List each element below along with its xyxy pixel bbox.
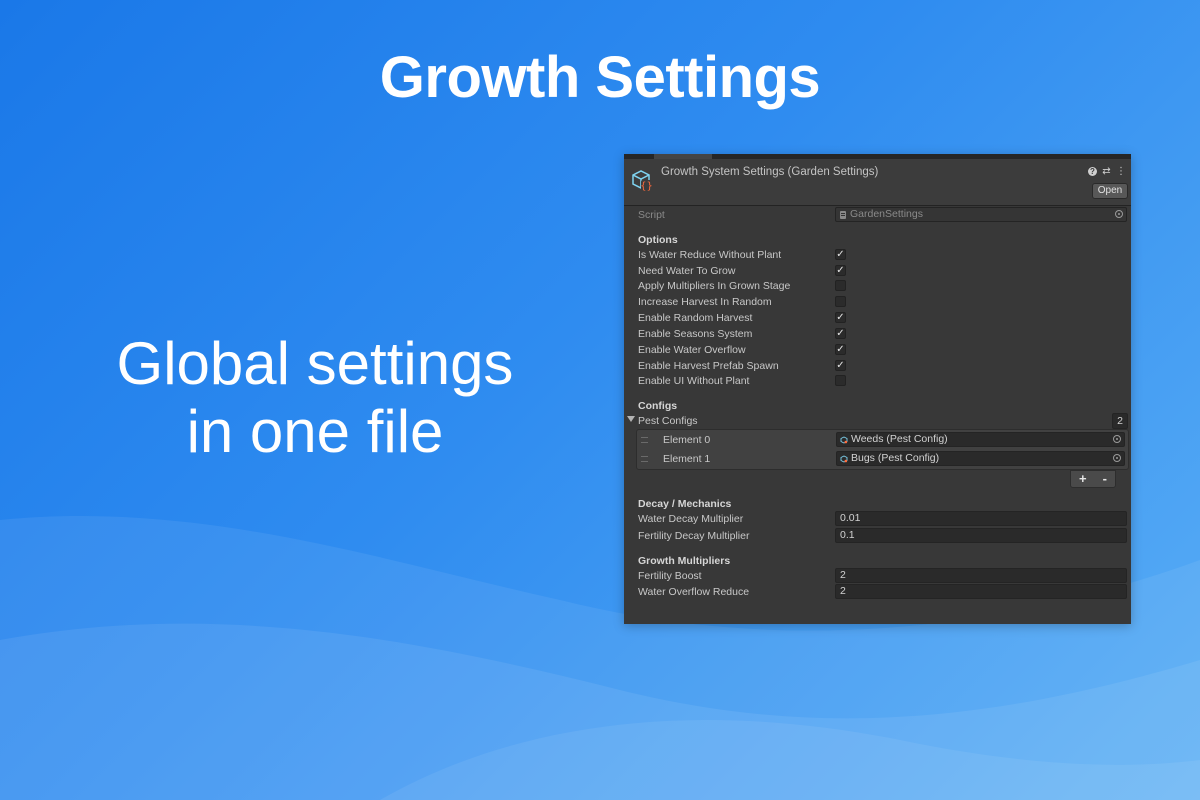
option-label: Increase Harvest In Random <box>638 296 772 308</box>
option-checkbox[interactable]: ✓ <box>835 328 846 339</box>
option-label: Enable Harvest Prefab Spawn <box>638 360 779 372</box>
growth-label: Water Overflow Reduce <box>638 586 750 598</box>
drag-handle-icon[interactable] <box>641 456 648 462</box>
option-row: Enable Harvest Prefab Spawn ✓ <box>624 358 1131 374</box>
option-checkbox[interactable] <box>835 280 846 291</box>
drag-handle-icon[interactable] <box>641 437 648 443</box>
options-header: Options <box>638 234 678 246</box>
pest-configs-foldout[interactable]: Pest Configs 2 <box>624 413 1131 429</box>
tagline-line-1: Global settings <box>116 330 514 397</box>
header-icons: ? ⇄ ⋮ <box>1088 166 1126 177</box>
pest-configs-count[interactable]: 2 <box>1112 413 1128 429</box>
pest-config-field[interactable]: Bugs (Pest Config) <box>836 451 1125 466</box>
inspector-window: {} Growth System Settings (Garden Settin… <box>624 154 1131 624</box>
pest-config-field[interactable]: Weeds (Pest Config) <box>836 432 1125 447</box>
pest-config-value: Bugs (Pest Config) <box>851 452 940 464</box>
option-checkbox[interactable]: ✓ <box>835 344 846 355</box>
option-label: Enable Seasons System <box>638 328 753 340</box>
svg-text:{}: {} <box>640 181 653 192</box>
list-item: Element 0 Weeds (Pest Config) <box>637 431 1128 449</box>
growth-row: Water Overflow Reduce 2 <box>624 584 1131 600</box>
pest-configs-list: Element 0 Weeds (Pest Config) Element 1 … <box>636 429 1129 470</box>
help-icon[interactable]: ? <box>1088 167 1097 176</box>
growth-label: Fertility Boost <box>638 570 702 582</box>
remove-element-button[interactable]: - <box>1103 472 1107 486</box>
open-button[interactable]: Open <box>1092 183 1128 199</box>
option-label: Enable UI Without Plant <box>638 375 750 387</box>
tagline-line-2: in one file <box>186 398 444 465</box>
growth-row: Fertility Boost 2 <box>624 568 1131 584</box>
option-row: Increase Harvest In Random <box>624 294 1131 310</box>
option-label: Need Water To Grow <box>638 265 736 277</box>
fertility-boost-input[interactable]: 2 <box>835 568 1127 583</box>
pest-configs-label: Pest Configs <box>638 415 698 427</box>
pest-config-value: Weeds (Pest Config) <box>851 433 948 445</box>
object-picker-icon[interactable] <box>1113 454 1121 462</box>
add-element-button[interactable]: + <box>1079 472 1087 486</box>
option-row: Need Water To Grow ✓ <box>624 263 1131 279</box>
decay-header: Decay / Mechanics <box>638 498 732 510</box>
inspector-header: {} Growth System Settings (Garden Settin… <box>624 159 1131 206</box>
presets-icon[interactable]: ⇄ <box>1102 166 1111 177</box>
scriptable-object-icon: {} <box>632 170 653 192</box>
object-picker-icon <box>1115 210 1123 218</box>
option-label: Enable Random Harvest <box>638 312 753 324</box>
tagline: Global settings in one file <box>60 330 570 466</box>
option-label: Is Water Reduce Without Plant <box>638 249 782 261</box>
option-checkbox[interactable] <box>835 375 846 386</box>
configs-header: Configs <box>638 400 678 412</box>
script-value: GardenSettings <box>850 208 923 220</box>
kebab-menu-icon[interactable]: ⋮ <box>1116 166 1126 177</box>
decay-row: Fertility Decay Multiplier 0.1 <box>624 528 1131 544</box>
list-add-remove: + - <box>1070 470 1116 488</box>
option-checkbox[interactable] <box>835 296 846 307</box>
decay-label: Fertility Decay Multiplier <box>638 530 750 542</box>
option-checkbox[interactable]: ✓ <box>835 312 846 323</box>
script-field: GardenSettings <box>835 207 1127 222</box>
element-label: Element 0 <box>663 434 711 446</box>
scriptable-object-mini-icon <box>840 436 848 444</box>
script-label: Script <box>638 209 665 221</box>
option-checkbox[interactable]: ✓ <box>835 249 846 260</box>
option-label: Enable Water Overflow <box>638 344 746 356</box>
water-overflow-input[interactable]: 2 <box>835 584 1127 599</box>
inspector-title: Growth System Settings (Garden Settings) <box>661 166 879 178</box>
growth-header: Growth Multipliers <box>638 555 731 567</box>
option-row: Enable UI Without Plant <box>624 373 1131 389</box>
scriptable-object-mini-icon <box>840 455 848 463</box>
foldout-arrow-icon[interactable] <box>627 416 635 422</box>
script-row: Script GardenSettings <box>624 207 1131 223</box>
option-row: Enable Water Overflow ✓ <box>624 342 1131 358</box>
page-headline: Growth Settings <box>379 45 821 110</box>
element-label: Element 1 <box>663 453 711 465</box>
option-row: Enable Seasons System ✓ <box>624 326 1131 342</box>
option-checkbox[interactable]: ✓ <box>835 360 846 371</box>
option-label: Apply Multipliers In Grown Stage <box>638 280 791 292</box>
option-row: Is Water Reduce Without Plant ✓ <box>624 247 1131 263</box>
list-item: Element 1 Bugs (Pest Config) <box>637 450 1128 468</box>
decay-label: Water Decay Multiplier <box>638 513 744 525</box>
fertility-decay-input[interactable]: 0.1 <box>835 528 1127 543</box>
option-row: Enable Random Harvest ✓ <box>624 310 1131 326</box>
water-decay-input[interactable]: 0.01 <box>835 511 1127 526</box>
decay-row: Water Decay Multiplier 0.01 <box>624 511 1131 527</box>
option-row: Apply Multipliers In Grown Stage <box>624 278 1131 294</box>
option-checkbox[interactable]: ✓ <box>835 265 846 276</box>
script-file-icon <box>840 211 846 219</box>
object-picker-icon[interactable] <box>1113 435 1121 443</box>
